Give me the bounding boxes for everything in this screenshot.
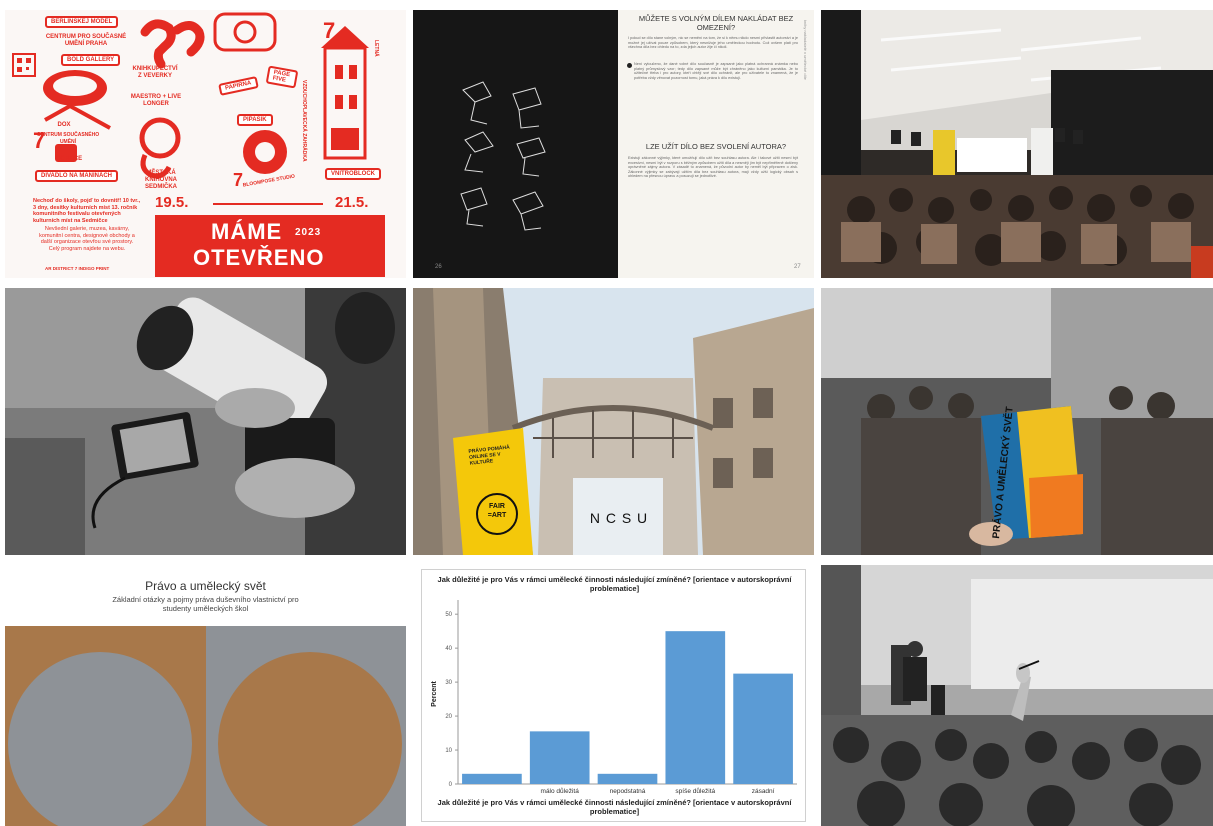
y-tick-label: 20	[445, 714, 452, 720]
survey-bar-chart: Jak důležité je pro Vás v rámci umělecké…	[413, 565, 814, 826]
poster-label-knihkupectvi: KNIHKUPECTVÍ Z VEVERKY	[132, 66, 178, 79]
y-tick-label: 0	[449, 782, 453, 788]
photo-booklet-hand: PRÁVO A UMĚLECKÝ SVĚT	[821, 288, 1213, 555]
poster-label-divadlo: DIVADLO NA MANINÁCH	[35, 170, 118, 182]
poster-label-maestro: MAESTRO + LIVE LONGER	[130, 94, 182, 107]
building-sign: N C S U	[589, 510, 649, 526]
slide-circles-graphic	[5, 626, 406, 826]
festival-poster: 7 7 7 BERLINSKEJ MODEL CENTRUM PRO SOUČA…	[5, 10, 406, 278]
chart-bar	[597, 773, 658, 784]
x-tick-label: zásadní	[752, 788, 775, 795]
svg-text:7: 7	[323, 18, 335, 43]
chart-bar	[733, 673, 793, 784]
y-tick-label: 30	[445, 680, 452, 686]
photo-conference-scene	[821, 10, 1213, 278]
poster-label-mestska: MĚSTSKÁ KNIHOVNA SEDMIČKA	[144, 170, 177, 190]
poster-intro: Nechoď do školy, pojď to dovnitř! 10 tvr…	[33, 198, 141, 224]
chart-frame: Jak důležité je pro Vás v rámci umělecké…	[421, 569, 806, 822]
book-line-illustration	[460, 81, 546, 231]
book-heading-1: MŮŽETE S VOLNÝM DÍLEM NAKLÁDAT BEZ OMEZE…	[638, 14, 794, 32]
x-tick-label: spíše důležitá	[675, 787, 715, 795]
page-number-left: 26	[435, 264, 442, 270]
poster-footer: AR DISTRICT 7 INDIGO PRINT	[45, 266, 110, 271]
poster-label-dox: DOX	[57, 122, 71, 128]
y-tick-label: 40	[445, 646, 452, 652]
fairart-logo-line2: =ART	[487, 512, 507, 519]
poster-label-centrum: CENTRUM PRO SOUČASNÉ UMĚNÍ PRAHA	[45, 34, 127, 47]
book-paragraph-2: Není vyloučeno, že dané volné dílo souča…	[634, 62, 798, 80]
poster-label-vnitroblock: VNITROBLOCK	[325, 168, 381, 180]
poster-label-vzducho: VZDUCHOPLAVECKÁ ZAHRÁDKA	[301, 80, 307, 162]
poster-label-bold: BOLD GALLERY	[61, 54, 121, 66]
poster-headline-2: OTEVŘENO	[193, 245, 325, 270]
book-spread: 26 knihy nakladatelé v umělecké díle MŮŽ…	[413, 10, 814, 278]
poster-label-pipasik: PIPASIK	[237, 114, 273, 126]
presentation-slide: Právo a umělecký svět Základní otázky a …	[5, 565, 406, 826]
poster-headline-1: MÁME	[211, 219, 283, 244]
fairart-logo: FAIR =ART	[483, 502, 511, 520]
page-number-right: 27	[794, 264, 801, 270]
poster-year: 2023	[295, 227, 322, 238]
book-heading-2: LZE UŽÍT DÍLO BEZ SVOLENÍ AUTORA?	[645, 142, 787, 151]
chart-bar	[665, 631, 726, 784]
slide-subtitle: Základní otázky a pojmy práva duševního …	[112, 595, 299, 613]
photo-conference-room	[821, 10, 1213, 278]
poster-body: Nevšední galerie, muzea, kavárny, komuni…	[39, 226, 135, 252]
fairart-logo-line1: FAIR	[489, 503, 505, 510]
poster-headline-banner: MÁME 2023 OTEVŘENO	[155, 215, 385, 277]
book-paragraph-3: Existují zákonné výjimky, které umožňují…	[628, 156, 798, 179]
poster-label-letna: LETNÁ	[373, 40, 379, 57]
poster-date-line	[213, 203, 323, 205]
poster-label-dox-arc: CENTRUM SOUČASNÉHO UMĚNÍ	[36, 132, 100, 145]
poster-date-start: 19.5.	[155, 194, 189, 211]
qr-code-icon	[12, 53, 36, 77]
poster-date-end: 21.5.	[335, 194, 369, 211]
x-tick-label: málo důležitá	[541, 787, 580, 795]
chart-bar	[462, 773, 522, 784]
poster-label-coffice: COFFICE	[55, 156, 83, 162]
chart-xlabel: Jak důležité je pro Vás v rámci umělecké…	[437, 798, 792, 816]
chart-bar	[529, 731, 590, 784]
photo-booklet-scene	[821, 288, 1213, 555]
y-axis-label: Percent	[431, 680, 438, 706]
photo-lecture-audience	[821, 565, 1213, 826]
book-paragraph-1: I pokud se dílo stane volným, nic se nem…	[628, 36, 798, 50]
x-tick-label: nepodstatná	[610, 788, 646, 795]
slide-title: Právo a umělecký svět	[145, 579, 266, 593]
photo-camera-scene	[5, 288, 406, 555]
photo-camera-operator	[5, 288, 406, 555]
poster-label-berlinskej: BERLINSKEJ MODEL	[45, 16, 119, 28]
book-side-text: knihy nakladatelé v umělecké díle	[803, 20, 808, 80]
y-tick-label: 10	[445, 748, 452, 754]
photo-lecture-scene	[821, 565, 1213, 826]
y-tick-label: 50	[445, 612, 452, 618]
bullet-icon	[627, 63, 632, 68]
chart-plot: 0 10 20 30 40 50 Percent málo důležitá nepodstat…	[431, 600, 797, 795]
photo-courtyard: PRÁVO POMÁHÁ ONLINE SE V KULTUŘE FAIR =A…	[413, 288, 814, 555]
book-right-page: knihy nakladatelé v umělecké díle MŮŽETE…	[618, 10, 814, 278]
